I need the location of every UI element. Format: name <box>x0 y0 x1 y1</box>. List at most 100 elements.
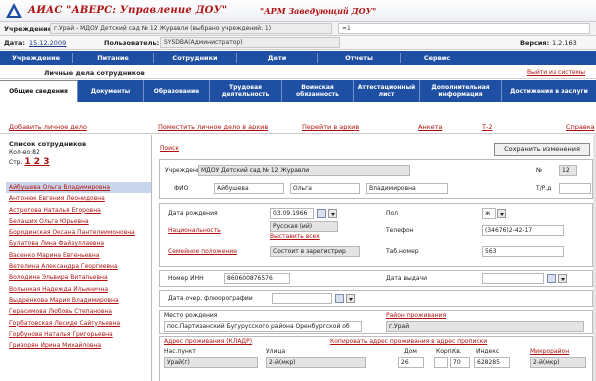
list-item[interactable]: Выдренкова Мария Владимировна <box>6 295 151 306</box>
menu-food[interactable]: Питание <box>73 51 153 65</box>
chevron-down-icon[interactable] <box>328 209 337 218</box>
list-item[interactable]: Бородинская Оксана Пантелеимоновна <box>6 227 151 238</box>
copy-address-link[interactable]: Копировать адрес проживания в адрес проп… <box>330 338 487 345</box>
first-name-field[interactable]: Ольга <box>290 183 360 194</box>
institution-right-field[interactable]: =1 <box>338 23 590 34</box>
employee-sidebar: Список сотрудников Кол-во:82 Стр. 1 2 3 А… <box>0 135 152 381</box>
phone-label: Телефон <box>386 227 414 234</box>
last-name-field[interactable]: Айбушева <box>214 183 284 194</box>
list-item[interactable]: Гризорян Ирина Михайловна <box>6 340 151 351</box>
list-item[interactable]: Горбунова Наталья Григорьевна <box>6 329 151 340</box>
personal-panel: Дата рождения 03.09.1966 Пол ж Националь… <box>159 203 593 267</box>
user-row: Дата: 15.12.2009 Пользователь: SYSDBA(Ад… <box>0 36 596 50</box>
goto-archive-link[interactable]: Перейти в архив <box>302 123 359 131</box>
institution-field[interactable]: г.Урай - МДОУ Детский сад № 12 Журавли (… <box>50 23 332 34</box>
korp-field[interactable] <box>434 357 448 368</box>
menu-reports[interactable]: Отчеты <box>318 51 400 65</box>
family-status-link[interactable]: Семейное положение <box>168 248 237 255</box>
microdistrict-field: 2-й(мкр) <box>530 357 586 368</box>
birth-label: Дата рождения <box>168 210 218 217</box>
kv-field[interactable]: 70 <box>450 357 470 368</box>
tab-documents[interactable]: Документы <box>78 80 144 102</box>
tab-additional[interactable]: Дополнительная информация <box>420 80 502 102</box>
app-logo-icon <box>6 3 22 18</box>
calendar-icon[interactable] <box>335 294 344 303</box>
list-item[interactable]: Герасимова Любовь Степановна <box>6 306 151 317</box>
tr-label: Т/Р.д <box>536 185 552 192</box>
identity-panel: Учреждение МДОУ Детский сад № 12 Журавли… <box>159 159 593 199</box>
tab-education[interactable]: Образование <box>144 80 210 102</box>
nationality-field: Русская (ий) <box>270 221 338 232</box>
tab-military[interactable]: Воинская обязанность <box>282 80 354 102</box>
calendar-icon[interactable] <box>317 209 326 218</box>
issue-date-field[interactable] <box>482 273 544 284</box>
list-item[interactable]: Белаших Ольга Юрьевна <box>6 216 151 227</box>
list-item[interactable]: Айбушева Ольга Владимировна <box>6 182 151 194</box>
list-item[interactable]: Астрогова Наталья Егоровна <box>6 205 151 216</box>
archive-record-link[interactable]: Поместить личное дело в архив <box>158 123 268 131</box>
nationality-link[interactable]: Национальность <box>168 227 221 234</box>
address-panel: Адрес проживания (КЛАДР) Копировать адре… <box>159 336 593 381</box>
birthplace-panel: Место рождения пос.Партизанский Бугурусс… <box>159 310 593 334</box>
birthplace-label: Место рождения <box>164 312 218 319</box>
employee-list: Айбушева Ольга Владимировна Антонюк Евге… <box>6 182 151 351</box>
logout-link[interactable]: Выйти из системы <box>527 69 585 76</box>
fluoro-panel: Дата очер. флюорографии <box>159 290 593 307</box>
korp-label: Корп. <box>436 348 454 355</box>
questionnaire-link[interactable]: Анкета <box>418 123 442 131</box>
fluoro-field[interactable] <box>272 293 332 304</box>
save-button[interactable]: Сохранить изменения <box>494 143 590 156</box>
house-field[interactable]: 26 <box>398 357 424 368</box>
birthplace-field[interactable]: пос.Партизанский Бугурусского района Оре… <box>164 321 362 332</box>
list-item[interactable]: Волынкая Надежда Ильинична <box>6 284 151 295</box>
tr-field[interactable] <box>559 183 591 194</box>
microdistrict-link[interactable]: Микрорайон <box>530 348 569 355</box>
region-link[interactable]: Район проживания <box>386 312 446 319</box>
phone-field[interactable]: (34676)2-42-17 <box>482 225 564 236</box>
inn-field[interactable]: 860600876576 <box>224 273 290 284</box>
arm-title: "АРМ Заведующий ДОУ" <box>260 6 377 16</box>
tab-attestation[interactable]: Аттестационный лист <box>354 80 420 102</box>
num-label: № <box>536 167 543 174</box>
menu-institution[interactable]: Учреждение <box>0 51 72 65</box>
menu-service[interactable]: Сервис <box>401 51 473 65</box>
page-heading: Личные дела сотрудников Выйти из системы <box>0 66 596 79</box>
show-all-link[interactable]: Выставить всех <box>270 233 320 240</box>
certificate-link[interactable]: Справка <box>566 123 595 131</box>
menu-children[interactable]: Дети <box>237 51 317 65</box>
actions-bar: Добавить личное дело Поместить личное де… <box>0 102 596 134</box>
add-record-link[interactable]: Добавить личное дело <box>9 123 87 131</box>
num-field: 12 <box>559 165 577 176</box>
calendar-icon[interactable] <box>547 274 556 283</box>
chevron-down-icon[interactable] <box>558 274 567 283</box>
list-item[interactable]: Володина Эльвира Витальевна <box>6 272 151 283</box>
institution-row: Учреждение: г.Урай - МДОУ Детский сад № … <box>0 22 596 36</box>
list-item[interactable]: Ветелина Александра Георгиевна <box>6 261 151 272</box>
pages-label: Стр. <box>9 159 23 166</box>
chevron-down-icon[interactable] <box>497 209 506 218</box>
date-value[interactable]: 15.12.2009 <box>29 39 66 47</box>
list-item[interactable]: Горбатовская Лесиде Сайгульевна <box>6 318 151 329</box>
gender-select[interactable]: ж <box>482 208 496 219</box>
search-link[interactable]: Поиск <box>160 145 179 152</box>
user-label: Пользователь: <box>104 39 160 47</box>
list-item[interactable]: Васенко Марина Евгеньевна <box>6 250 151 261</box>
middle-name-field[interactable]: Владимировна <box>366 183 448 194</box>
tab-general[interactable]: Общие сведения <box>0 80 78 102</box>
institution-label: Учреждение: <box>4 25 55 33</box>
address-kladr-link[interactable]: Адрес проживания (КЛАДР) <box>164 338 252 345</box>
region-field: г.Урай <box>386 321 584 332</box>
tab-work[interactable]: Трудовая деятельность <box>210 80 282 102</box>
chevron-down-icon[interactable] <box>346 294 355 303</box>
index-field[interactable]: 628285 <box>474 357 510 368</box>
kv-label: Кв. <box>452 348 462 355</box>
list-item[interactable]: Антонюк Евгения Леонидовна <box>6 193 151 204</box>
menu-staff[interactable]: Сотрудники <box>154 51 236 65</box>
list-item[interactable]: Булатова Лина Файзуллаевна <box>6 238 151 249</box>
tabnum-field[interactable]: 563 <box>482 246 564 257</box>
t2-link[interactable]: Т-2 <box>482 123 492 131</box>
tab-achievements[interactable]: Достижения в заслуги <box>502 80 596 102</box>
page-title: Личные дела сотрудников <box>44 69 145 77</box>
birth-date-field[interactable]: 03.09.1966 <box>270 208 314 219</box>
page-links[interactable]: 1 2 3 <box>24 157 49 167</box>
